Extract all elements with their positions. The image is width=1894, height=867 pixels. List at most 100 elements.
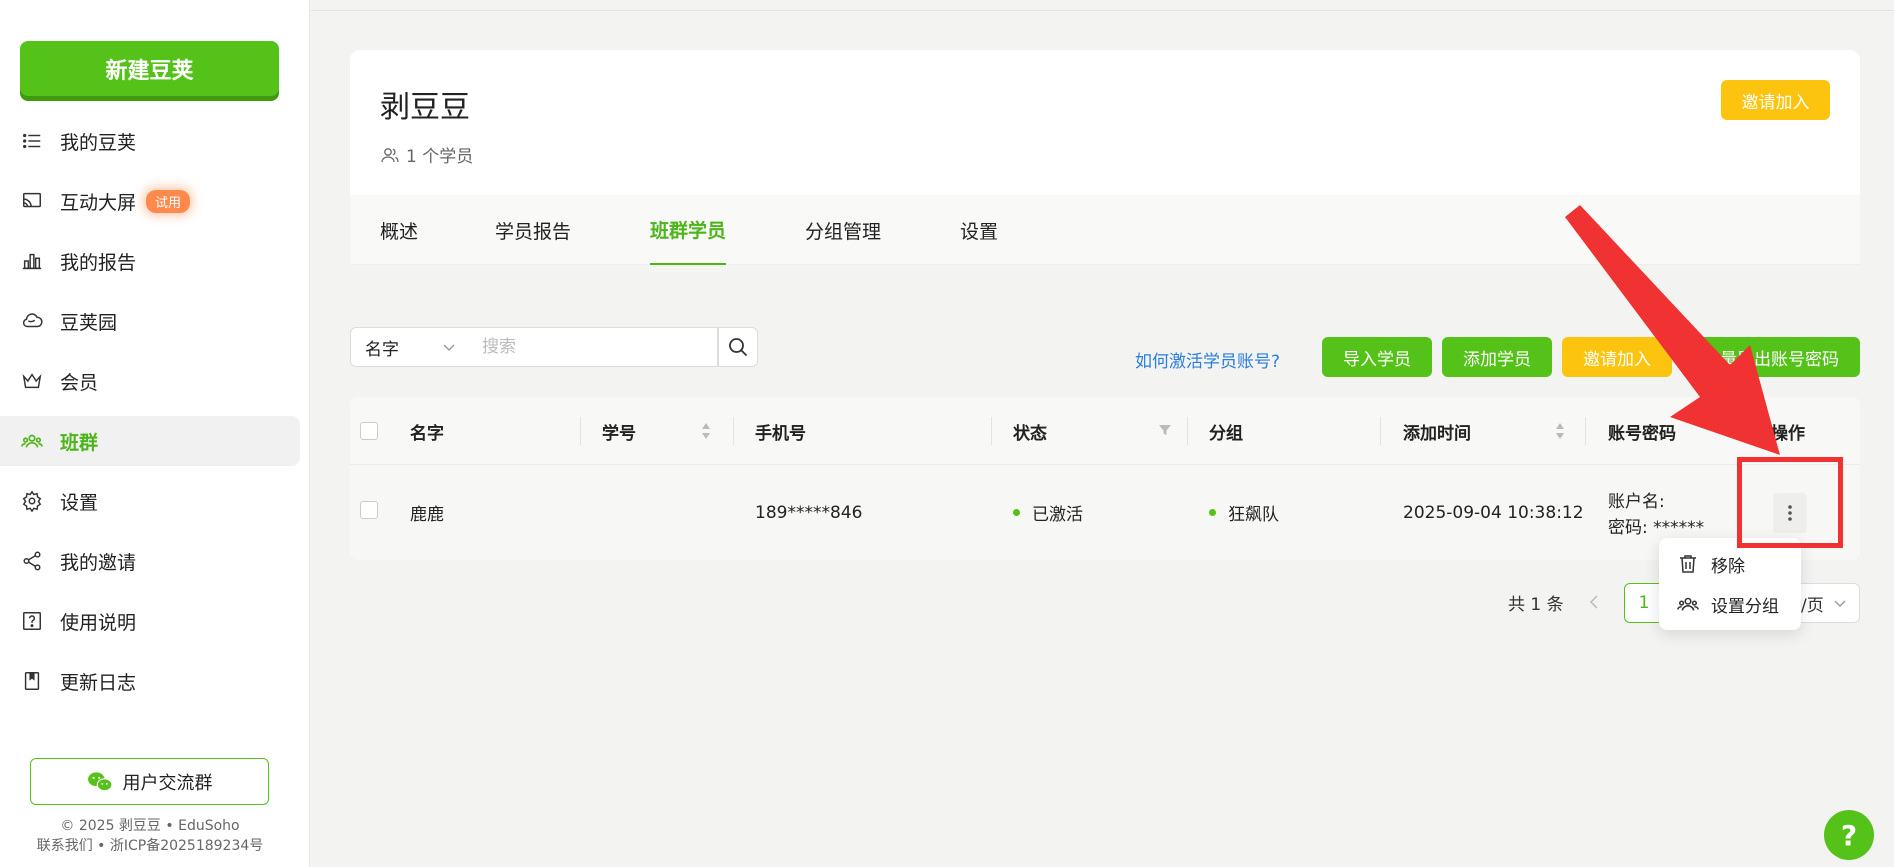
sidebar-item-label: 会员 — [60, 371, 99, 394]
remove-menu-item[interactable]: 移除 — [1677, 549, 1745, 579]
select-all-checkbox[interactable] — [360, 422, 378, 440]
sidebar-item-label: 豆荚园 — [60, 311, 118, 334]
remove-label: 移除 — [1711, 556, 1745, 577]
sidebar-item-pod-garden[interactable]: 豆荚园 — [0, 296, 300, 346]
sidebar-item-label: 班群 — [60, 431, 99, 454]
chevron-down-icon — [1834, 600, 1846, 607]
chevron-down-icon — [443, 344, 455, 351]
search-field-select[interactable]: 名字 — [350, 327, 469, 367]
tab-student-report[interactable]: 学员报告 — [495, 195, 571, 265]
set-group-menu-item[interactable]: 设置分组 — [1677, 589, 1779, 619]
page-size-label: /页 — [1801, 595, 1824, 616]
cell-phone: 189*****846 — [755, 502, 863, 523]
tab-overview[interactable]: 概述 — [380, 195, 418, 265]
table-row: 鹿鹿 189*****846 已激活 狂飙队 2025-09-04 10:38:… — [350, 465, 1860, 560]
sidebar-item-class-group[interactable]: 班群 — [0, 416, 300, 466]
cell-password: 密码: ****** — [1608, 517, 1705, 538]
page-title: 剥豆豆 — [380, 90, 470, 125]
list-icon — [20, 129, 44, 153]
group-dot — [1209, 509, 1216, 516]
share-icon — [20, 549, 44, 573]
annotation-arrow — [1565, 205, 1780, 455]
tab-group-management[interactable]: 分组管理 — [805, 195, 881, 265]
cell-status: 已激活 — [1013, 465, 1083, 560]
set-group-label: 设置分组 — [1711, 596, 1779, 617]
sort-icon[interactable] — [700, 421, 712, 441]
sidebar-item-membership[interactable]: 会员 — [0, 356, 300, 406]
sidebar: 新建豆荚 我的豆荚 互动大屏 试用 我的报告 豆荚园 会员 班群 设置 我的邀请… — [0, 0, 310, 867]
group-icon — [20, 429, 44, 453]
row-checkbox[interactable] — [360, 501, 378, 519]
chevron-left-icon — [1589, 595, 1598, 609]
column-divider — [1380, 417, 1381, 445]
page-1-button[interactable]: 1 — [1624, 583, 1664, 623]
status-dot — [1013, 509, 1020, 516]
sidebar-item-my-reports[interactable]: 我的报告 — [0, 236, 300, 286]
group-icon — [1677, 597, 1699, 611]
member-count: 1 个学员 — [380, 142, 473, 167]
filter-icon[interactable] — [1158, 423, 1172, 437]
cell-name: 鹿鹿 — [410, 505, 444, 525]
trash-icon — [1680, 555, 1696, 573]
cell-group: 狂飙队 — [1209, 465, 1279, 560]
col-student-no[interactable]: 学号 — [602, 397, 636, 465]
sidebar-item-changelog[interactable]: 更新日志 — [0, 656, 300, 706]
cloud-icon — [20, 309, 44, 333]
sidebar-item-label: 我的豆荚 — [60, 131, 137, 154]
sidebar-item-my-pods[interactable]: 我的豆荚 — [0, 116, 300, 166]
cell-added-time: 2025-09-04 10:38:12 — [1403, 502, 1584, 523]
sidebar-item-label: 设置 — [60, 491, 99, 514]
sidebar-item-settings[interactable]: 设置 — [0, 476, 300, 526]
column-divider — [991, 417, 992, 445]
sidebar-item-label: 更新日志 — [60, 671, 137, 694]
sidebar-nav: 我的豆荚 互动大屏 试用 我的报告 豆荚园 会员 班群 设置 我的邀请 使用说明… — [0, 116, 310, 716]
book-icon — [20, 669, 44, 693]
wechat-icon — [87, 771, 112, 791]
sidebar-item-user-guide[interactable]: 使用说明 — [0, 596, 300, 646]
cast-screen-icon — [20, 189, 44, 213]
import-students-button[interactable]: 导入学员 — [1322, 337, 1432, 377]
column-divider — [733, 417, 734, 445]
top-divider — [310, 10, 1894, 11]
search-button[interactable] — [718, 327, 758, 367]
gear-icon — [20, 489, 44, 513]
prev-page-button[interactable] — [1582, 588, 1606, 616]
group-label: 狂飙队 — [1228, 505, 1279, 525]
sidebar-item-label: 我的报告 — [60, 251, 137, 274]
help-square-icon — [20, 609, 44, 633]
crown-icon — [20, 369, 44, 393]
contact-icp-text[interactable]: 联系我们 • 浙ICP备2025189234号 — [0, 835, 300, 855]
help-button[interactable]: ? — [1824, 810, 1874, 860]
total-count: 共 1 条 — [1508, 595, 1564, 615]
add-student-button[interactable]: 添加学员 — [1442, 337, 1552, 377]
sidebar-item-label: 使用说明 — [60, 611, 137, 634]
activate-account-help-link[interactable]: 如何激活学员账号? — [1135, 347, 1280, 372]
search-field-value: 名字 — [365, 339, 399, 360]
col-status: 状态 — [1013, 423, 1047, 444]
tab-settings[interactable]: 设置 — [960, 195, 998, 265]
user-group-label: 用户交流群 — [122, 772, 213, 794]
col-group: 分组 — [1209, 423, 1243, 444]
users-icon — [381, 147, 399, 162]
col-added-time[interactable]: 添加时间 — [1403, 397, 1471, 465]
sidebar-item-label: 互动大屏 — [60, 191, 137, 214]
column-divider — [580, 417, 581, 445]
search-icon — [729, 338, 748, 357]
sidebar-item-interactive-screen[interactable]: 互动大屏 试用 — [0, 176, 300, 226]
trial-badge: 试用 — [146, 189, 191, 213]
column-divider — [1187, 417, 1188, 445]
tab-class-members[interactable]: 班群学员 — [650, 195, 727, 265]
search-input[interactable] — [468, 327, 718, 367]
row-actions-menu: 移除 设置分组 — [1659, 538, 1801, 630]
status-label: 已激活 — [1032, 505, 1083, 525]
member-count-label: 1 个学员 — [406, 147, 474, 167]
cell-account-name: 账户名: — [1608, 491, 1665, 512]
col-phone: 手机号 — [755, 423, 806, 444]
col-name: 名字 — [410, 423, 444, 444]
new-pod-button[interactable]: 新建豆荚 — [20, 41, 279, 96]
invite-join-button[interactable]: 邀请加入 — [1721, 80, 1830, 120]
bar-chart-icon — [20, 249, 44, 273]
sidebar-item-my-invites[interactable]: 我的邀请 — [0, 536, 300, 586]
annotation-highlight-box — [1737, 457, 1843, 548]
user-group-button[interactable]: 用户交流群 — [30, 758, 269, 805]
